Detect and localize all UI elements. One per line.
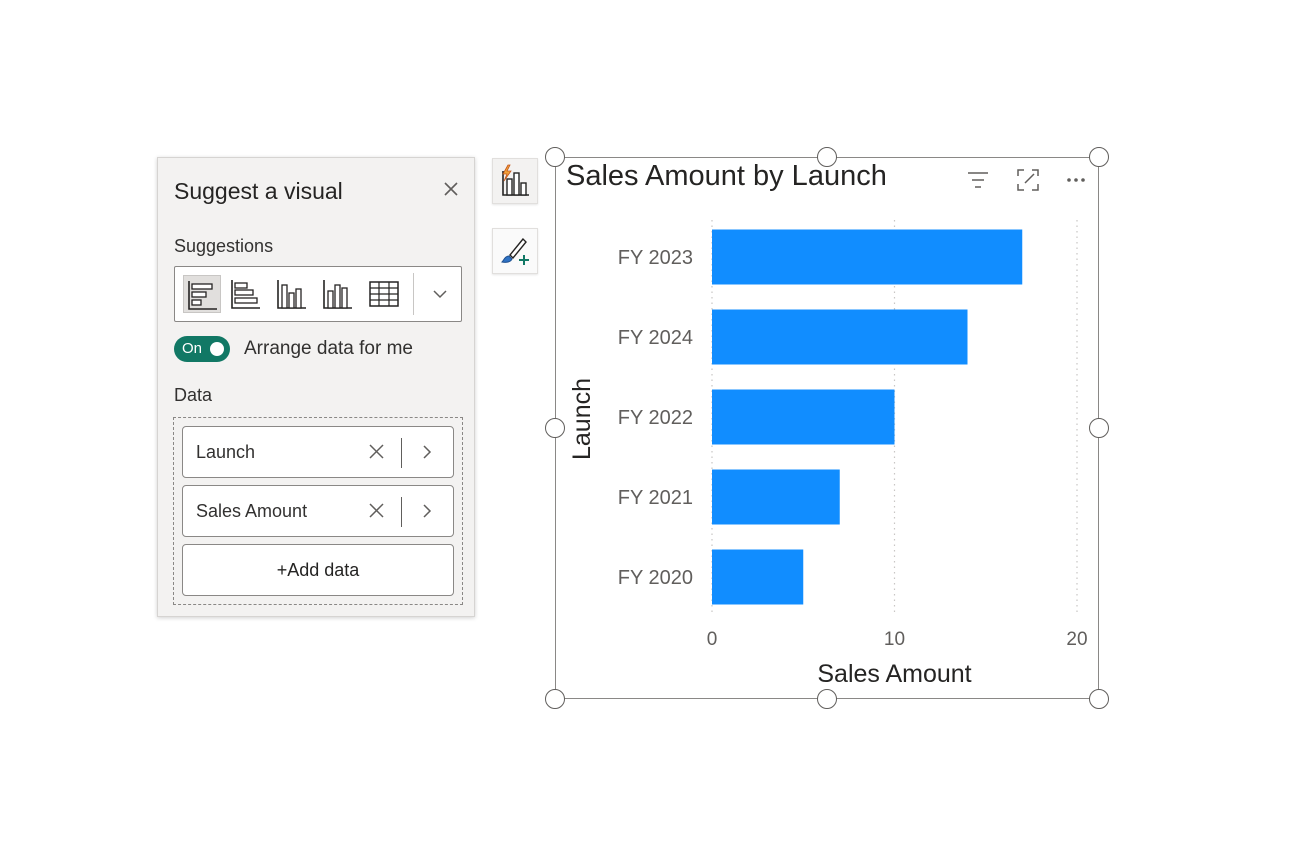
remove-field-icon[interactable] xyxy=(365,439,389,465)
suggestions-label: Suggestions xyxy=(174,236,274,256)
resize-handle-right[interactable] xyxy=(1089,418,1109,438)
x-tick-label: 0 xyxy=(707,629,718,650)
stacked-column-chart-icon[interactable] xyxy=(273,275,311,313)
chevron-right-icon[interactable] xyxy=(417,439,437,465)
y-category-label: FY 2021 xyxy=(618,487,693,509)
add-data-button[interactable]: +Add data xyxy=(182,544,454,596)
field-sales-amount[interactable]: Sales Amount xyxy=(182,485,454,537)
resize-handle-bottom-left[interactable] xyxy=(545,689,565,709)
field-label: Launch xyxy=(196,442,256,462)
panel-title: Suggest a visual xyxy=(174,178,343,204)
bar xyxy=(712,469,840,525)
chevron-right-icon[interactable] xyxy=(417,498,437,524)
field-label: Sales Amount xyxy=(196,501,308,521)
lightning-bar-chart-icon xyxy=(502,164,529,196)
suggest-visual-button[interactable] xyxy=(492,158,538,204)
format-visual-button[interactable] xyxy=(492,228,538,274)
suggest-visual-panel: Suggest a visual Suggestions On Arrange … xyxy=(157,157,475,617)
field-separator xyxy=(401,438,402,468)
bar xyxy=(712,309,968,365)
y-category-label: FY 2024 xyxy=(618,327,693,349)
y-axis-title: Launch xyxy=(568,378,596,460)
toggle-knob xyxy=(210,342,224,356)
bar xyxy=(712,229,1023,285)
data-label: Data xyxy=(174,385,213,405)
suggestions-box xyxy=(174,266,462,322)
arrange-data-toggle[interactable]: On xyxy=(174,336,230,362)
data-well: Launch Sales Amount +Add data xyxy=(173,417,463,605)
x-tick-label: 10 xyxy=(884,629,905,650)
field-launch[interactable]: Launch xyxy=(182,426,454,478)
resize-handle-top-right[interactable] xyxy=(1089,147,1109,167)
suggestions-divider xyxy=(413,273,414,315)
resize-handle-left[interactable] xyxy=(545,418,565,438)
bar-chart: 0 10 20 FY 2023 FY 2024 FY 2022 FY 2021 FY 2020… xyxy=(568,220,1088,688)
field-separator xyxy=(401,497,402,527)
bar xyxy=(712,389,895,445)
x-axis-title: Sales Amount xyxy=(817,660,971,688)
y-category-label: FY 2020 xyxy=(618,567,693,589)
toggle-state: On xyxy=(182,340,203,357)
resize-handle-bottom[interactable] xyxy=(817,689,837,709)
resize-handle-top[interactable] xyxy=(817,147,837,167)
table-icon[interactable] xyxy=(365,275,403,313)
resize-handle-top-left[interactable] xyxy=(545,147,565,167)
stacked-bar-chart-icon[interactable] xyxy=(183,275,221,313)
clustered-column-chart-icon[interactable] xyxy=(319,275,357,313)
close-icon[interactable] xyxy=(440,178,462,200)
bar xyxy=(712,549,804,605)
chevron-down-icon[interactable] xyxy=(423,275,457,313)
arrange-data-label: Arrange data for me xyxy=(244,338,413,359)
y-category-label: FY 2023 xyxy=(618,247,693,269)
y-category-label: FY 2022 xyxy=(618,407,693,429)
resize-handle-bottom-right[interactable] xyxy=(1089,689,1109,709)
x-tick-label: 20 xyxy=(1066,629,1087,650)
remove-field-icon[interactable] xyxy=(365,498,389,524)
paintbrush-add-icon xyxy=(501,237,529,265)
clustered-bar-chart-icon[interactable] xyxy=(227,275,265,313)
